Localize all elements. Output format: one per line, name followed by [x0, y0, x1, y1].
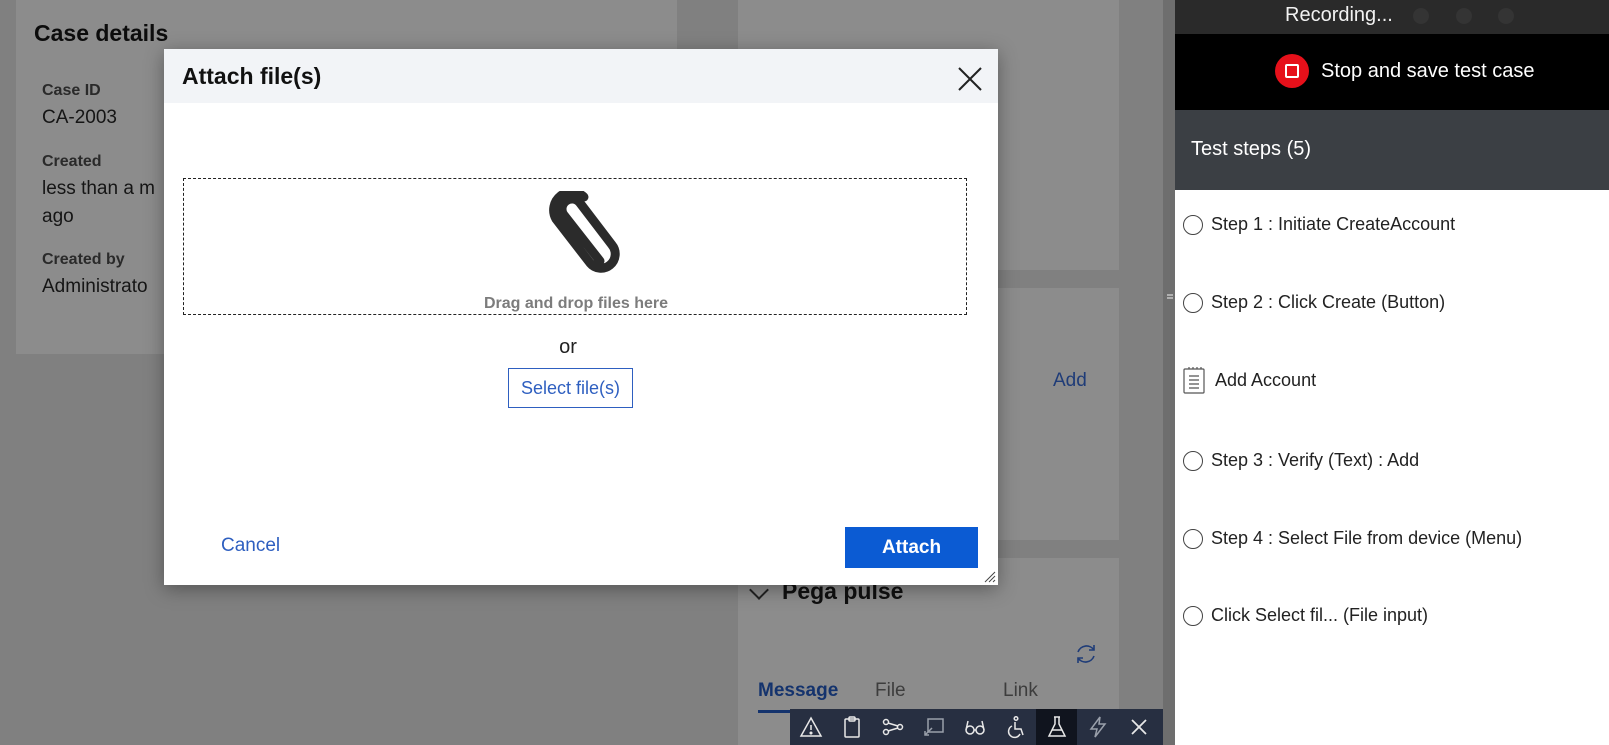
file-dropzone[interactable]: Drag and drop files here	[183, 178, 967, 315]
case-details-title: Case details	[34, 20, 169, 46]
clipboard-icon	[1183, 367, 1205, 394]
test-step-label: Step 4 : Select File from device (Menu)	[1211, 528, 1523, 548]
glasses-icon	[964, 720, 985, 735]
test-step-label: Step 2 : Click Create (Button)	[1211, 292, 1446, 312]
created-by-label: Created by	[42, 251, 125, 268]
radio-icon	[1183, 292, 1203, 313]
warning-button[interactable]	[790, 709, 831, 745]
dot-icon	[1456, 8, 1472, 24]
close-toolbar-button[interactable]	[1118, 709, 1159, 745]
close-icon	[1130, 719, 1147, 735]
dev-toolbar	[790, 709, 1163, 745]
created-value: less than a m	[42, 178, 155, 199]
test-recorder-panel: Recording... Stop and save test case Tes…	[1175, 0, 1609, 745]
tracer-icon	[882, 718, 903, 736]
test-step[interactable]: Step 1 : Initiate CreateAccount	[1183, 214, 1455, 235]
case-id-label: Case ID	[42, 82, 101, 99]
tab-message[interactable]: Message	[758, 680, 838, 702]
modal-title: Attach file(s)	[182, 63, 322, 89]
case-id-value: CA-2003	[42, 107, 117, 128]
attach-button[interactable]: Attach	[845, 527, 978, 568]
flask-icon	[1047, 716, 1066, 737]
grip-icon	[1167, 294, 1173, 299]
radio-icon	[1183, 528, 1203, 549]
test-step[interactable]: Click Select fil... (File input)	[1183, 605, 1428, 626]
clipboard-icon	[843, 716, 860, 738]
stop-save-button[interactable]: Stop and save test case	[1275, 54, 1534, 88]
recording-bar: Recording...	[1175, 0, 1609, 34]
panel-splitter[interactable]	[1163, 0, 1175, 745]
lightning-icon	[1089, 716, 1107, 738]
radio-icon	[1183, 214, 1203, 235]
test-step[interactable]: Step 2 : Click Create (Button)	[1183, 292, 1445, 313]
dot-icon	[1498, 8, 1514, 24]
recording-status: Recording...	[1285, 4, 1393, 26]
test-step[interactable]: Step 3 : Verify (Text) : Add	[1183, 450, 1419, 471]
refresh-icon[interactable]	[1074, 642, 1098, 666]
radio-icon	[1183, 605, 1203, 626]
clipboard-button[interactable]	[831, 709, 872, 745]
lightning-button[interactable]	[1077, 709, 1118, 745]
test-steps-header: Test steps (5)	[1175, 110, 1609, 190]
resize-handle-icon[interactable]	[984, 571, 996, 583]
glasses-button[interactable]	[954, 709, 995, 745]
test-step[interactable]: Add Account	[1183, 366, 1316, 394]
dot-icon	[1413, 8, 1429, 24]
stop-icon	[1275, 54, 1309, 88]
or-text: or	[559, 336, 577, 358]
created-label: Created	[42, 153, 102, 170]
paperclip-icon	[549, 191, 620, 273]
accessibility-button[interactable]	[995, 709, 1036, 745]
test-flask-button[interactable]	[1036, 709, 1077, 745]
created-by-value: Administrato	[42, 276, 148, 297]
select-files-button[interactable]: Select file(s)	[508, 368, 633, 408]
test-step-label: Click Select fil... (File input)	[1211, 605, 1429, 625]
tab-file[interactable]: File	[875, 680, 906, 702]
radio-icon	[1183, 450, 1203, 471]
modal-header: Attach file(s)	[164, 49, 998, 103]
created-value-cont: ago	[42, 206, 74, 227]
test-step-label: Step 1 : Initiate CreateAccount	[1211, 214, 1456, 234]
test-step[interactable]: Step 4 : Select File from device (Menu)	[1183, 528, 1522, 549]
attach-files-modal: Attach file(s) Drag and drop files here …	[164, 49, 998, 585]
close-icon[interactable]	[956, 65, 984, 93]
live-ui-button[interactable]	[913, 709, 954, 745]
tab-link[interactable]: Link	[1003, 680, 1038, 702]
test-step-label: Add Account	[1215, 369, 1317, 390]
warning-icon	[799, 716, 822, 737]
stop-save-label: Stop and save test case	[1321, 59, 1535, 82]
test-step-label: Step 3 : Verify (Text) : Add	[1211, 450, 1420, 470]
cancel-button[interactable]: Cancel	[221, 535, 280, 557]
test-steps-title: Test steps (5)	[1191, 138, 1312, 160]
drop-text: Drag and drop files here	[483, 295, 669, 312]
stop-bar: Stop and save test case	[1175, 34, 1609, 110]
accessibility-icon	[1007, 715, 1024, 739]
live-ui-icon	[923, 718, 944, 736]
tracer-button[interactable]	[872, 709, 913, 745]
add-link[interactable]: Add	[1053, 370, 1087, 392]
